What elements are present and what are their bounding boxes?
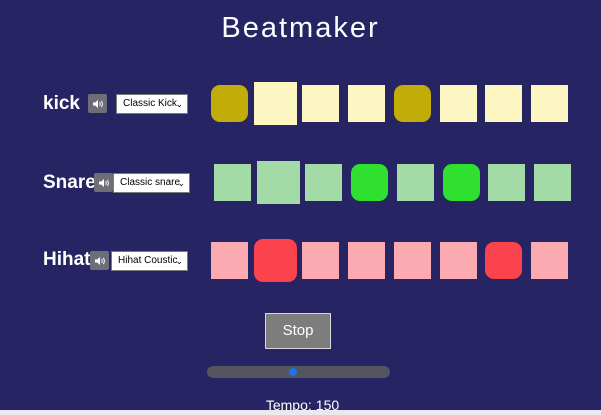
app-title: Beatmaker (221, 12, 380, 44)
instrument-select-value: Classic snare (120, 177, 181, 188)
mute-button[interactable] (94, 173, 113, 192)
track-row-hihat: Hihat Hihat Coustic ⌄ (0, 235, 601, 285)
chevron-down-icon: ⌄ (177, 178, 185, 188)
step-pad[interactable] (253, 238, 297, 282)
step-pad[interactable] (348, 241, 386, 279)
track-row-snare: Snare Classic snare ⌄ (0, 157, 601, 207)
step-pad[interactable] (348, 84, 386, 122)
track-name: Hihat (43, 249, 91, 270)
chevron-down-icon: ⌄ (175, 99, 183, 109)
speaker-icon (94, 256, 105, 265)
instrument-select[interactable]: Classic Kick ⌄ (116, 94, 188, 114)
stop-button[interactable]: Stop (265, 313, 331, 349)
step-pad[interactable] (396, 163, 434, 201)
step-pad[interactable] (442, 163, 480, 201)
step-pad[interactable] (488, 163, 526, 201)
instrument-select[interactable]: Classic snare ⌄ (113, 173, 190, 193)
track-row-kick: kick Classic Kick ⌄ (0, 78, 601, 128)
step-pad[interactable] (530, 241, 568, 279)
mute-button[interactable] (88, 94, 107, 113)
instrument-select-value: Hihat Coustic (118, 255, 178, 266)
step-pad[interactable] (530, 84, 568, 122)
step-pad[interactable] (211, 241, 248, 279)
mute-button[interactable] (90, 251, 109, 270)
step-pad[interactable] (439, 241, 477, 279)
tempo-slider-thumb[interactable] (289, 368, 297, 376)
track-name: Snare (43, 172, 96, 193)
step-pad[interactable] (351, 163, 389, 201)
track-name: kick (43, 93, 80, 114)
step-pad[interactable] (302, 84, 340, 122)
speaker-icon (92, 99, 103, 108)
step-pad[interactable] (533, 163, 571, 201)
step-pad[interactable] (256, 160, 300, 204)
instrument-select[interactable]: Hihat Coustic ⌄ (111, 251, 188, 271)
bottom-strip (0, 410, 601, 415)
step-pad[interactable] (485, 84, 523, 122)
step-pad[interactable] (393, 241, 431, 279)
step-pad[interactable] (214, 163, 251, 201)
step-pad[interactable] (253, 81, 297, 125)
instrument-select-value: Classic Kick (123, 98, 177, 109)
step-pad[interactable] (393, 84, 431, 122)
step-pad[interactable] (485, 241, 523, 279)
step-pad[interactable] (439, 84, 477, 122)
chevron-down-icon: ⌄ (175, 256, 183, 266)
tempo-slider[interactable] (207, 366, 390, 378)
step-pad[interactable] (302, 241, 340, 279)
step-pad[interactable] (305, 163, 343, 201)
step-pad[interactable] (211, 84, 248, 122)
speaker-icon (98, 178, 109, 187)
